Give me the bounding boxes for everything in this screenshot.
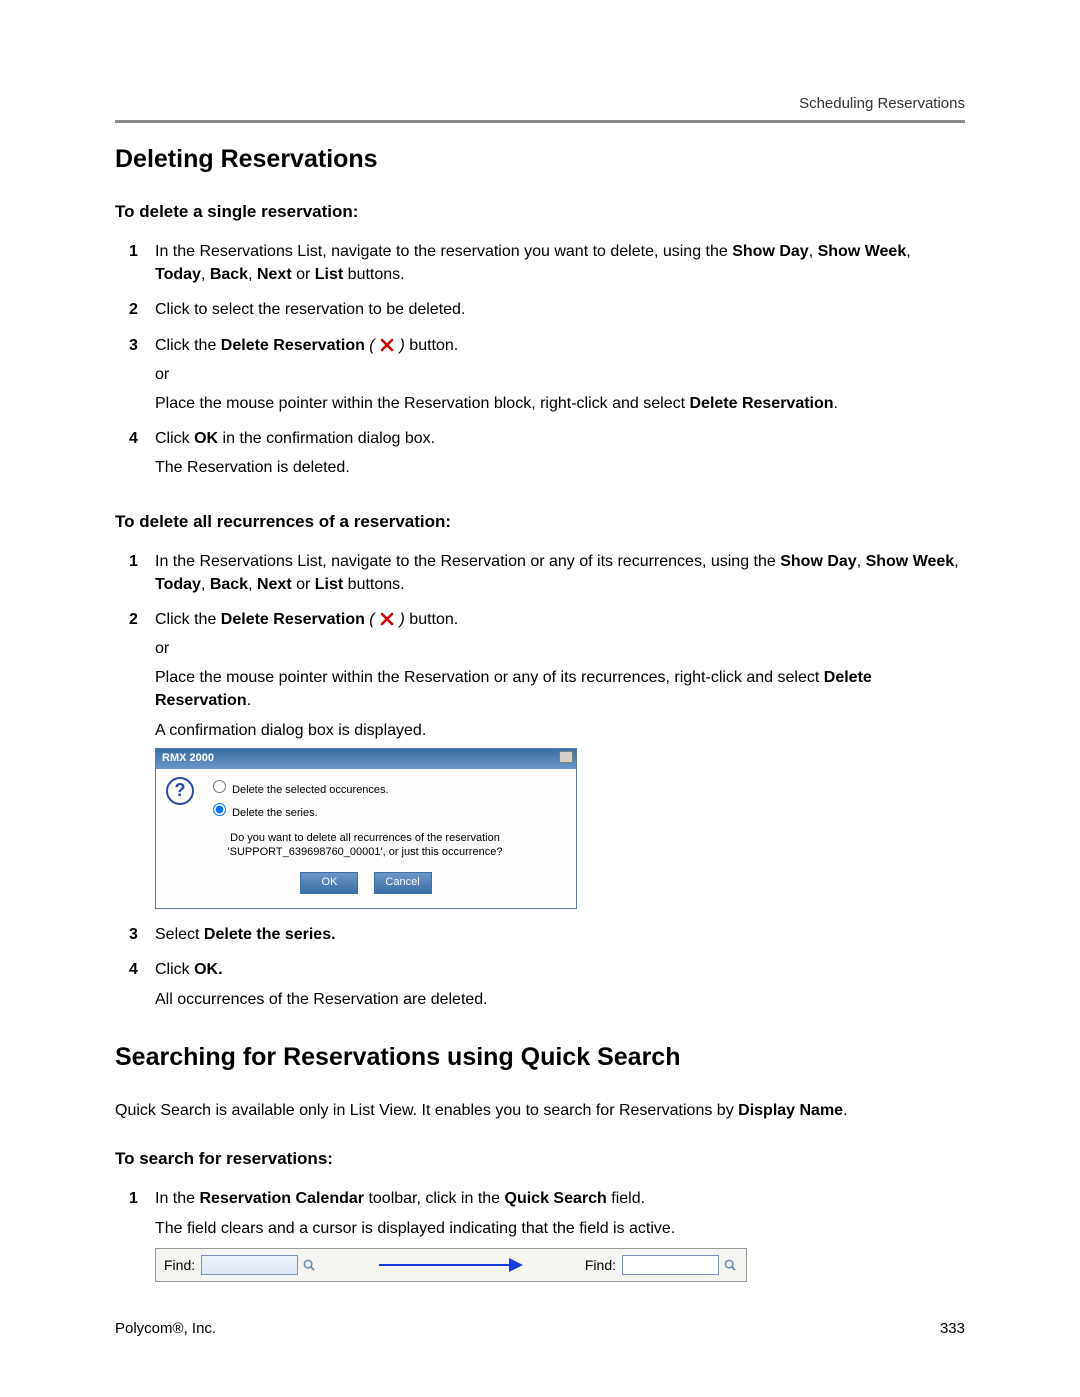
list-item: 1 In the Reservations List, navigate to …: [155, 240, 965, 286]
heading-delete-single: To delete a single reservation:: [115, 202, 965, 222]
find-label: Find:: [164, 1255, 195, 1275]
running-head: Scheduling Reservations: [799, 95, 965, 112]
question-icon: ?: [166, 777, 194, 805]
search-icon[interactable]: [723, 1257, 738, 1272]
page-number: 333: [940, 1320, 965, 1337]
find-bar-illustration: Find: Find:: [155, 1248, 747, 1282]
list-item: 2 Click the Delete Reservation ( ) butto…: [155, 608, 965, 909]
dialog-title: RMX 2000: [162, 752, 214, 764]
quick-search-intro: Quick Search is available only in List V…: [115, 1100, 965, 1122]
find-input-before[interactable]: [201, 1255, 298, 1275]
find-input-after[interactable]: [622, 1255, 719, 1275]
list-item: 1 In the Reservation Calendar toolbar, c…: [155, 1187, 965, 1281]
search-icon[interactable]: [302, 1257, 317, 1272]
delete-reservation-icon: [379, 611, 395, 627]
radio-delete-series[interactable]: Delete the series.: [208, 800, 566, 822]
list-item: 1 In the Reservations List, navigate to …: [155, 550, 965, 596]
arrow-icon: [379, 1264, 509, 1266]
list-item: 2 Click to select the reservation to be …: [155, 298, 965, 321]
steps-search: 1 In the Reservation Calendar toolbar, c…: [115, 1187, 965, 1281]
dialog-message: Do you want to delete all recurrences of…: [204, 831, 526, 861]
list-item: 3 Click the Delete Reservation ( ) butto…: [155, 334, 965, 416]
steps-delete-all: 1 In the Reservations List, navigate to …: [115, 550, 965, 1011]
close-icon[interactable]: [559, 751, 573, 763]
list-item: 3 Select Delete the series.: [155, 923, 965, 946]
confirmation-dialog: RMX 2000 ? Delete the selected occurence…: [155, 748, 577, 909]
find-label: Find:: [585, 1255, 616, 1275]
dialog-title-bar: RMX 2000: [156, 749, 576, 769]
list-item: 4 Click OK. All occurrences of the Reser…: [155, 958, 965, 1010]
ok-button[interactable]: OK: [300, 872, 358, 894]
header-rule: [115, 120, 965, 123]
footer-left: Polycom®, Inc.: [115, 1320, 216, 1337]
heading-search-steps: To search for reservations:: [115, 1149, 965, 1169]
cancel-button[interactable]: Cancel: [374, 872, 432, 894]
steps-delete-single: 1 In the Reservations List, navigate to …: [115, 240, 965, 480]
heading-delete-all: To delete all recurrences of a reservati…: [115, 512, 965, 532]
delete-reservation-icon: [379, 337, 395, 353]
arrow-head-icon: [509, 1258, 523, 1272]
heading-quick-search: Searching for Reservations using Quick S…: [115, 1043, 965, 1072]
radio-delete-selected[interactable]: Delete the selected occurences.: [208, 777, 566, 799]
heading-deleting-reservations: Deleting Reservations: [115, 145, 965, 174]
list-item: 4 Click OK in the confirmation dialog bo…: [155, 427, 965, 479]
